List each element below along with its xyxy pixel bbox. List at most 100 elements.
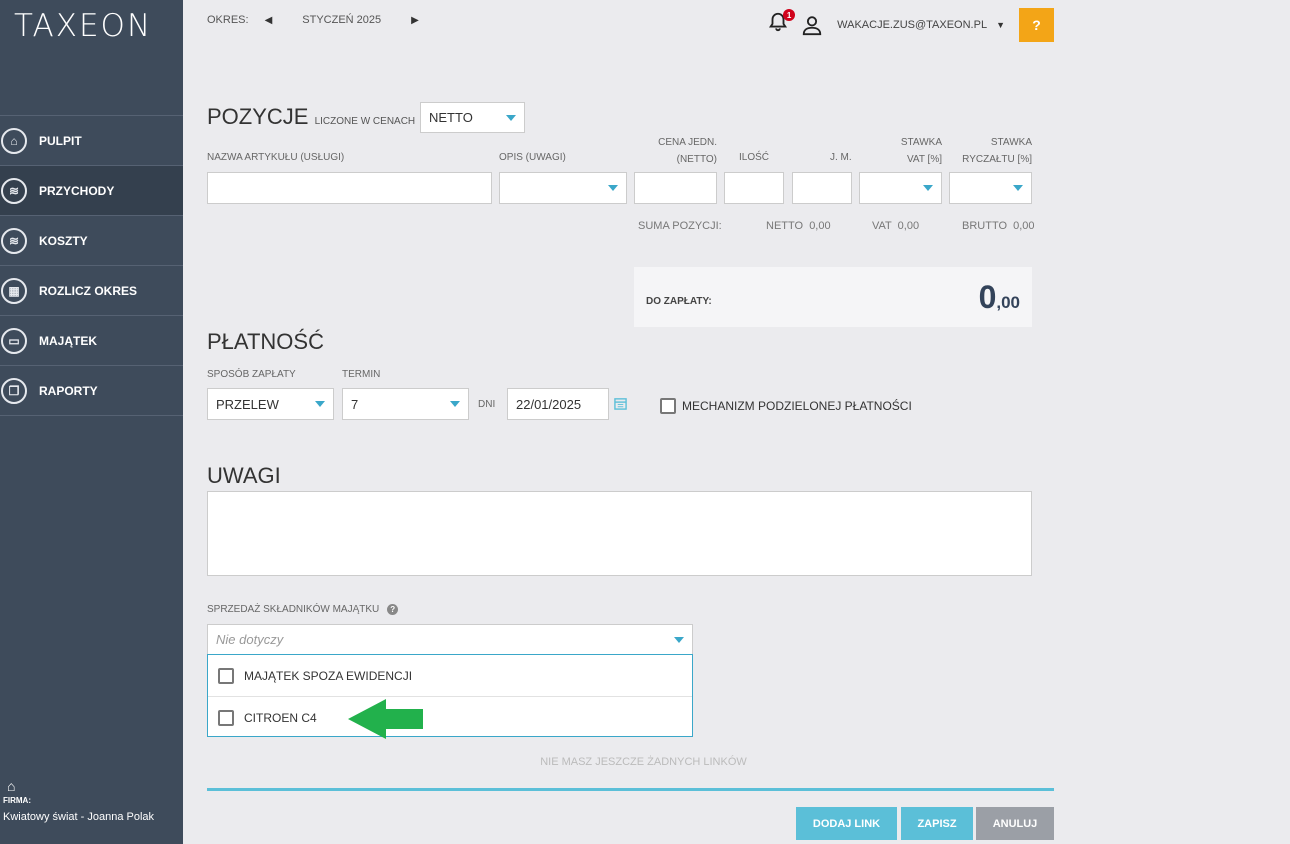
sidebar-item-label: ROZLICZ OKRES xyxy=(39,283,137,298)
due-date-value: 22/01/2025 xyxy=(516,396,582,412)
period-label: OKRES: xyxy=(207,14,249,26)
links-divider xyxy=(207,788,1054,791)
sidebar-item-label: PRZYCHODY xyxy=(39,183,115,198)
payment-method-label: SPOSÓB ZAPŁATY xyxy=(207,369,296,380)
prev-period-button[interactable]: ◀ xyxy=(265,15,273,26)
sidebar-item-label: RAPORTY xyxy=(39,383,98,398)
lump-rate-select[interactable] xyxy=(949,172,1032,204)
option-checkbox[interactable] xyxy=(218,709,234,726)
amount-due-integer: 0 xyxy=(978,279,997,315)
col-price-line2: (NETTO) xyxy=(676,154,717,165)
add-link-button[interactable]: DODAJ LINK xyxy=(796,807,897,840)
assets-option-label: MAJĄTEK SPOZA EWIDENCJI xyxy=(244,668,413,683)
sidebar: TAXEON ⌂ PULPIT ≋ PRZYCHODY ≋ KOSZTY ▦ R… xyxy=(0,0,183,844)
copy-icon: ❐ xyxy=(1,377,27,404)
help-circle-icon[interactable]: ? xyxy=(387,604,399,615)
assets-select[interactable]: Nie dotyczy xyxy=(207,624,693,655)
sidebar-item-label: PULPIT xyxy=(39,133,82,148)
period-selector: OKRES: ◀ STYCZEŃ 2025 ▶ xyxy=(207,14,419,26)
payment-method-select[interactable]: PRZELEW xyxy=(207,388,334,420)
sidebar-item-label: KOSZTY xyxy=(39,233,88,248)
days-label: DNI xyxy=(478,399,496,410)
payment-method-value: PRZELEW xyxy=(216,396,279,412)
option-checkbox[interactable] xyxy=(218,667,234,684)
sidebar-item-raporty[interactable]: ❐ RAPORTY xyxy=(0,365,183,416)
positions-subtitle: LICZONE W CENACH xyxy=(314,116,416,127)
split-payment-option[interactable]: MECHANIZM PODZIELONEJ PŁATNOŚCI xyxy=(660,398,912,414)
laptop-icon: ▭ xyxy=(1,327,27,354)
col-lump-line2: RYCZAŁTU [%] xyxy=(962,154,1032,165)
coins-minus-icon: ≋ xyxy=(1,227,27,254)
amount-due-decimal: ,00 xyxy=(996,293,1020,312)
amount-due-box: DO ZAPŁATY: 0,00 xyxy=(634,267,1032,327)
item-desc-select[interactable] xyxy=(499,172,627,204)
price-mode-value: NETTO xyxy=(429,110,473,125)
company-info: ⌂ FIRMA: Kwiatowy świat - Joanna Polak xyxy=(3,778,154,823)
chevron-down-icon xyxy=(450,401,460,407)
help-button[interactable]: ? xyxy=(1019,8,1054,42)
notes-title: UWAGI xyxy=(207,463,281,488)
company-name[interactable]: Kwiatowy świat - Joanna Polak xyxy=(3,811,154,823)
payment-term-label: TERMIN xyxy=(342,369,381,380)
annotation-arrow-icon xyxy=(348,699,423,739)
payment-term-value: 7 xyxy=(351,396,359,412)
sidebar-item-koszty[interactable]: ≋ KOSZTY xyxy=(0,215,183,265)
sum-vat: VAT 0,00 xyxy=(872,220,920,232)
item-name-input[interactable] xyxy=(207,172,492,204)
notification-badge: 1 xyxy=(783,9,796,21)
positions-title-text: POZYCJE xyxy=(207,104,309,129)
coins-plus-icon: ≋ xyxy=(1,177,27,204)
col-vat-label: STAWKA VAT [%] xyxy=(859,134,942,168)
chevron-down-icon xyxy=(608,185,618,191)
col-price-label: CENA JEDN. (NETTO) xyxy=(634,134,717,168)
assets-option-label: CITROEN C4 xyxy=(244,710,317,725)
amount-due-value: 0,00 xyxy=(979,279,1020,316)
sidebar-item-label: MAJĄTEK xyxy=(39,333,98,348)
chevron-down-icon xyxy=(315,401,325,407)
sum-brutto: BRUTTO 0,00 xyxy=(962,220,1035,232)
assets-option[interactable]: MAJĄTEK SPOZA EWIDENCJI xyxy=(208,655,692,696)
col-price-line1: CENA JEDN. xyxy=(658,137,717,148)
calculator-icon: ▦ xyxy=(1,277,27,304)
sidebar-item-pulpit[interactable]: ⌂ PULPIT xyxy=(0,115,183,165)
vat-rate-select[interactable] xyxy=(859,172,942,204)
chevron-down-icon xyxy=(506,114,516,121)
due-date-input[interactable]: 22/01/2025 xyxy=(507,388,609,420)
sum-label: SUMA POZYCJI: xyxy=(638,220,722,232)
payment-term-select[interactable]: 7 xyxy=(342,388,469,420)
split-payment-label: MECHANIZM PODZIELONEJ PŁATNOŚCI xyxy=(682,399,912,413)
assets-label-row: SPRZEDAŻ SKŁADNIKÓW MAJĄTKU ? xyxy=(207,604,399,615)
col-lump-label: STAWKA RYCZAŁTU [%] xyxy=(949,134,1032,168)
quantity-input[interactable] xyxy=(724,172,784,204)
unit-input[interactable] xyxy=(792,172,852,204)
sidebar-item-rozlicz-okres[interactable]: ▦ ROZLICZ OKRES xyxy=(0,265,183,315)
sidebar-item-majatek[interactable]: ▭ MAJĄTEK xyxy=(0,315,183,365)
notes-textarea[interactable] xyxy=(207,491,1032,576)
building-icon: ⌂ xyxy=(7,778,16,794)
unit-price-input[interactable] xyxy=(634,172,717,204)
split-payment-checkbox[interactable] xyxy=(660,398,676,414)
user-email[interactable]: WAKACJE.ZUS@TAXEON.PL xyxy=(837,19,987,31)
home-icon: ⌂ xyxy=(1,127,27,154)
chevron-down-icon xyxy=(674,636,684,643)
next-period-button[interactable]: ▶ xyxy=(411,15,419,26)
assets-select-placeholder: Nie dotyczy xyxy=(216,632,284,647)
calendar-icon[interactable] xyxy=(614,397,627,415)
col-name-label: NAZWA ARTYKUŁU (USŁUGI) xyxy=(207,152,345,163)
col-vat-line1: STAWKA xyxy=(900,137,942,148)
cancel-button[interactable]: ANULUJ xyxy=(976,807,1054,840)
no-links-text: NIE MASZ JESZCZE ŻADNYCH LINKÓW xyxy=(540,756,747,768)
bell-icon[interactable]: 1 xyxy=(767,9,796,39)
sidebar-item-przychody[interactable]: ≋ PRZYCHODY xyxy=(0,165,183,215)
price-mode-select[interactable]: NETTO xyxy=(420,102,525,133)
save-button[interactable]: ZAPISZ xyxy=(901,807,973,840)
positions-title: POZYCJE LICZONE W CENACH xyxy=(207,104,415,130)
col-lump-line1: STAWKA xyxy=(990,137,1032,148)
user-icon[interactable] xyxy=(801,14,823,36)
taxeon-logo[interactable]: TAXEON xyxy=(14,8,152,44)
assets-label: SPRZEDAŻ SKŁADNIKÓW MAJĄTKU xyxy=(207,604,380,615)
chevron-down-icon[interactable]: ▼ xyxy=(996,20,1005,30)
sum-netto: NETTO 0,00 xyxy=(766,220,831,232)
chevron-down-icon xyxy=(1013,185,1023,191)
assets-option[interactable]: CITROEN C4 xyxy=(208,696,692,738)
